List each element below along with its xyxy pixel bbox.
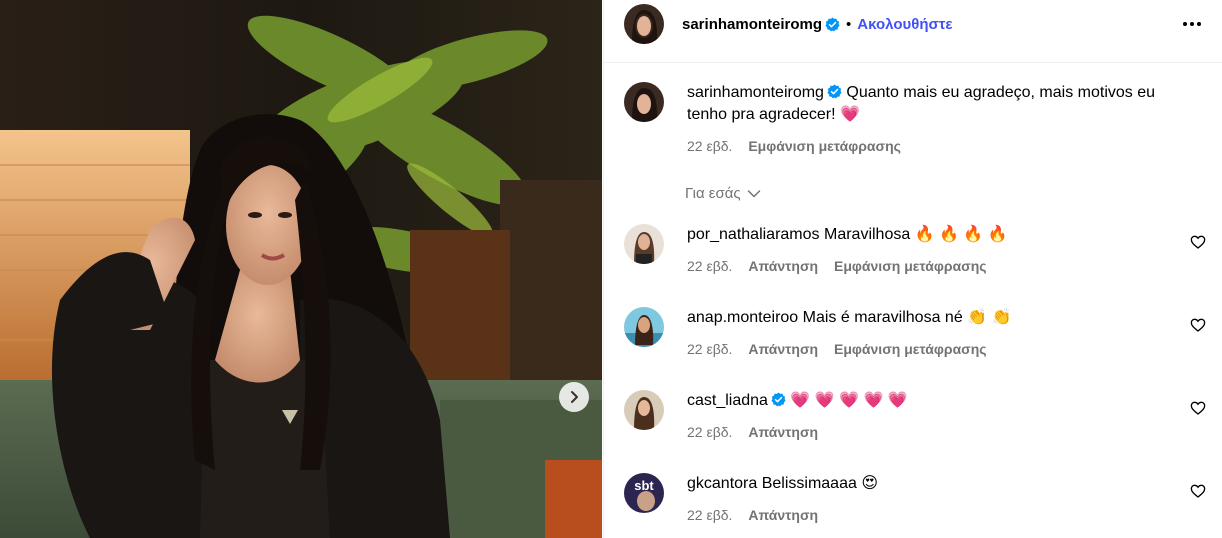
avatar-badge-text: sbt: [634, 478, 654, 493]
more-options-icon: [1183, 22, 1201, 26]
comment-item: sbt gkcantora Belissimaaaa 😍 22 εβδ. Απά…: [624, 473, 1214, 523]
comment-text: Maravilhosa 🔥 🔥 🔥 🔥: [823, 226, 1008, 243]
comment-username[interactable]: anap.monteiroo: [687, 309, 798, 326]
comment-age[interactable]: 22 εβδ.: [687, 424, 732, 440]
heart-outline-icon[interactable]: [1190, 234, 1206, 250]
separator-dot: •: [846, 15, 852, 33]
caption-username[interactable]: sarinhamonteiromg: [687, 84, 824, 101]
comment-translate-link[interactable]: Εμφάνιση μετάφρασης: [834, 258, 987, 274]
chevron-down-icon: [747, 189, 760, 197]
comment-age[interactable]: 22 εβδ.: [687, 341, 732, 357]
verified-badge-icon: [825, 16, 840, 31]
verified-badge-icon: [827, 84, 842, 99]
heart-outline-icon[interactable]: [1190, 400, 1206, 416]
post-caption: sarinhamonteiromg Quanto mais eu agradeç…: [624, 82, 1204, 154]
reply-button[interactable]: Απάντηση: [748, 424, 818, 440]
more-options-button[interactable]: [1180, 12, 1204, 36]
comment-text: 💗 💗 💗 💗 💗: [790, 392, 908, 409]
comment-filter-dropdown[interactable]: Για εσάς: [685, 185, 761, 202]
comment-username[interactable]: por_nathaliaramos: [687, 226, 820, 243]
post-image: [0, 0, 602, 538]
comment-avatar[interactable]: sbt: [624, 473, 664, 513]
caption-age[interactable]: 22 εβδ.: [687, 138, 732, 154]
heart-outline-icon[interactable]: [1190, 317, 1206, 333]
comment-username[interactable]: cast_liadna: [687, 392, 768, 409]
comment-item: cast_liadna 💗 💗 💗 💗 💗 22 εβδ. Απάντηση: [624, 390, 1214, 440]
comment-avatar[interactable]: [624, 224, 664, 264]
comment-translate-link[interactable]: Εμφάνιση μετάφρασης: [834, 341, 987, 357]
comment-text: Mais é maravilhosa né 👏 👏: [802, 309, 1012, 326]
caption-translate-link[interactable]: Εμφάνιση μετάφρασης: [748, 138, 901, 154]
author-username[interactable]: sarinhamonteiromg: [682, 16, 822, 33]
comment-text: Belissimaaaa 😍: [761, 475, 878, 492]
comment-avatar[interactable]: [624, 390, 664, 430]
comment-username[interactable]: gkcantora: [687, 475, 757, 492]
header-divider: [604, 62, 1222, 63]
comment-avatar[interactable]: [624, 307, 664, 347]
reply-button[interactable]: Απάντηση: [748, 507, 818, 523]
follow-button[interactable]: Ακολουθήστε: [857, 16, 952, 33]
verified-badge-icon: [771, 392, 786, 407]
caption-avatar[interactable]: [624, 82, 664, 122]
post-header: sarinhamonteiromg • Ακολουθήστε: [604, 0, 1222, 48]
chevron-right-icon: [571, 391, 578, 403]
next-image-button[interactable]: [559, 382, 589, 412]
post-photo[interactable]: [0, 0, 602, 538]
comment-item: anap.monteiroo Mais é maravilhosa né 👏 👏…: [624, 307, 1214, 357]
comment-age[interactable]: 22 εβδ.: [687, 258, 732, 274]
reply-button[interactable]: Απάντηση: [748, 258, 818, 274]
author-avatar[interactable]: [624, 4, 664, 44]
comment-age[interactable]: 22 εβδ.: [687, 507, 732, 523]
post-side-panel: sarinhamonteiromg • Ακολουθήστε sarinham…: [603, 0, 1222, 538]
reply-button[interactable]: Απάντηση: [748, 341, 818, 357]
comment-filter-label: Για εσάς: [685, 185, 741, 202]
comment-item: por_nathaliaramos Maravilhosa 🔥 🔥 🔥 🔥 22…: [624, 224, 1214, 274]
heart-outline-icon[interactable]: [1190, 483, 1206, 499]
